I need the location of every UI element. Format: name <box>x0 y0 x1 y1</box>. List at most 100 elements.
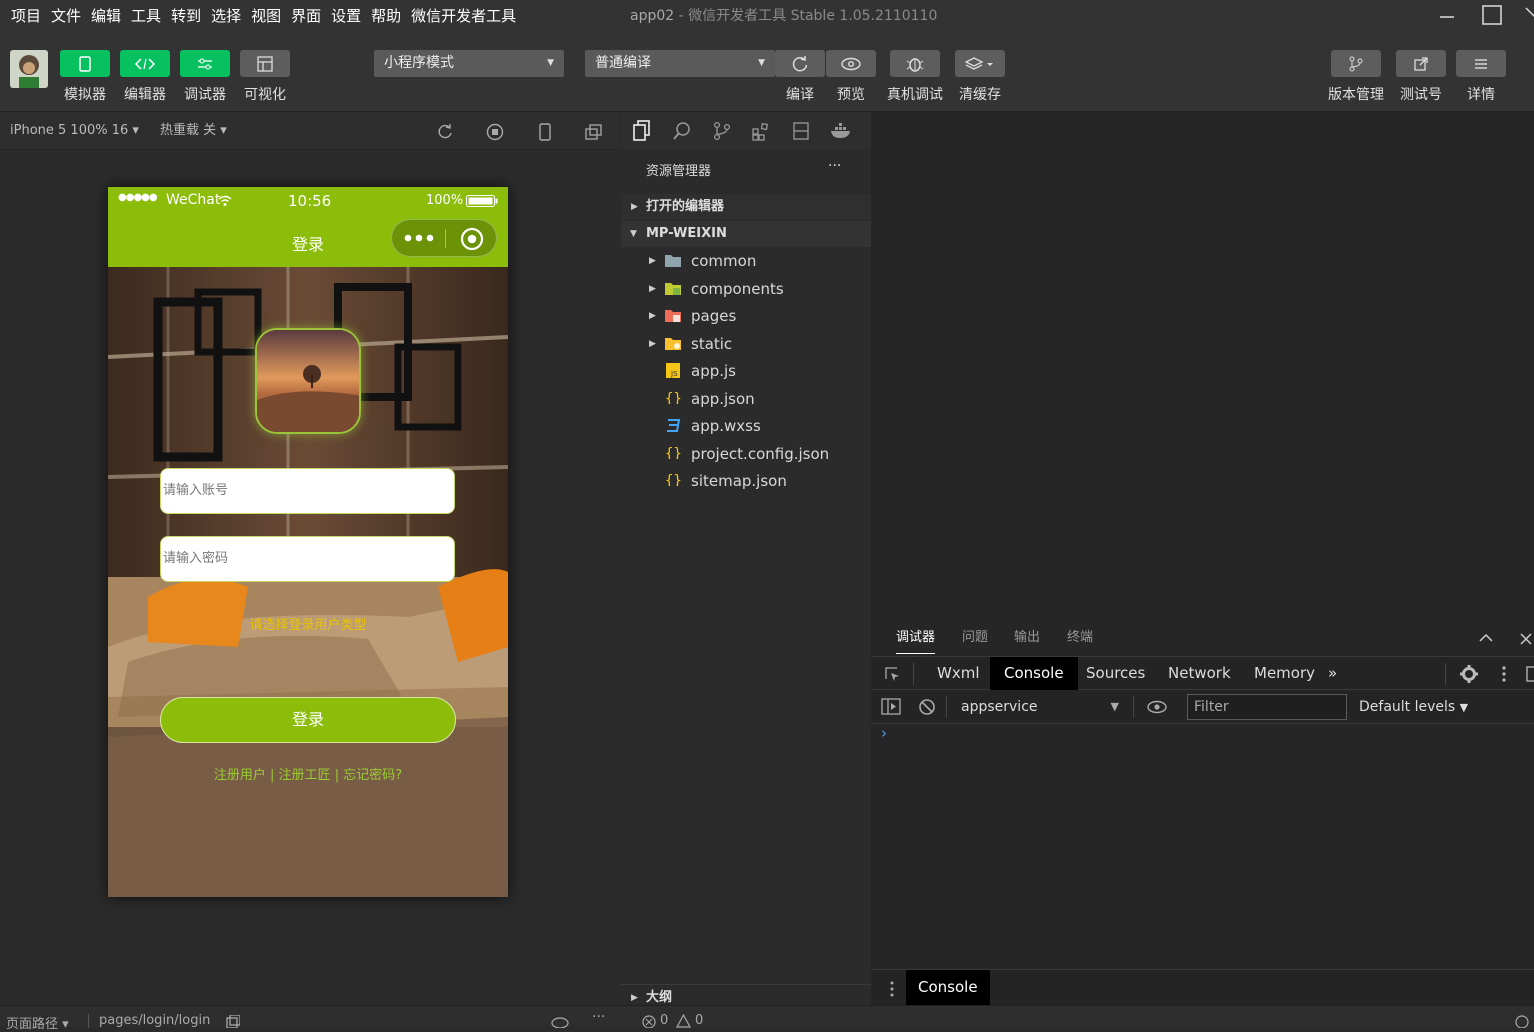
minimize-button[interactable] <box>1434 4 1460 28</box>
menu-item-select[interactable]: 选择 <box>206 0 246 32</box>
tree-item-app-wxss[interactable]: app.wxss <box>621 413 871 439</box>
console-prompt-icon[interactable]: › <box>881 724 887 742</box>
kebab-menu-icon[interactable] <box>889 980 895 998</box>
open-editors-section[interactable]: ▶ 打开的编辑器 <box>621 194 871 220</box>
visual-toggle-button[interactable] <box>240 50 290 77</box>
more-tabs-button[interactable]: » <box>1322 657 1343 690</box>
login-button[interactable]: 登录 <box>160 697 456 743</box>
register-craftsman-link[interactable]: 注册工匠 <box>279 768 331 783</box>
stop-icon[interactable] <box>486 123 504 141</box>
menu-item-view[interactable]: 视图 <box>246 0 286 32</box>
menu-item-devtools[interactable]: 微信开发者工具 <box>406 0 521 32</box>
bug-icon <box>906 57 924 72</box>
details-button[interactable] <box>1456 50 1506 77</box>
feedback-icon[interactable] <box>1513 1014 1534 1028</box>
menu-item-project[interactable]: 项目 <box>6 0 46 32</box>
context-select[interactable]: appservice ▼ <box>951 690 1127 724</box>
user-type-picker[interactable]: 请选择登录用户类型 <box>108 614 508 633</box>
hot-reload-select[interactable]: 热重载 关 ▾ <box>160 112 227 150</box>
tree-item-app-json[interactable]: {} app.json <box>621 386 871 412</box>
register-user-link[interactable]: 注册用户 <box>214 768 266 783</box>
kebab-menu-icon[interactable] <box>1501 665 1507 683</box>
phone-icon[interactable] <box>538 123 552 141</box>
page-path-label[interactable]: 页面路径 ▾ <box>6 1013 69 1032</box>
storage-icon[interactable] <box>792 121 810 141</box>
simulator-toggle-button[interactable] <box>60 50 110 77</box>
clear-console-icon[interactable] <box>918 698 936 716</box>
tree-item-components[interactable]: ▶ components <box>621 276 871 302</box>
signal-icon: ●●●●● <box>118 192 158 203</box>
tree-item-sitemap[interactable]: {} sitemap.json <box>621 468 871 494</box>
chevron-up-icon[interactable] <box>1478 632 1494 644</box>
compile-select[interactable]: 普通编译 ▼ <box>585 50 775 77</box>
css-file-icon <box>667 419 681 432</box>
menu-item-file[interactable]: 文件 <box>46 0 86 32</box>
log-levels-select[interactable]: Default levels ▼ <box>1359 690 1468 725</box>
reload-icon[interactable] <box>436 123 454 141</box>
warning-icon[interactable] <box>676 1014 691 1028</box>
test-account-button[interactable] <box>1396 50 1446 77</box>
visual-label: 可视化 <box>244 87 286 103</box>
tab-debugger[interactable]: 调试器 <box>896 620 936 654</box>
search-icon[interactable] <box>672 121 692 141</box>
menu-item-settings[interactable]: 设置 <box>326 0 366 32</box>
menu-item-interface[interactable]: 界面 <box>286 0 326 32</box>
tab-wxml[interactable]: Wxml <box>923 657 994 690</box>
version-control-button[interactable] <box>1331 50 1381 77</box>
copy-icon[interactable] <box>226 1015 240 1028</box>
preview-button[interactable] <box>826 50 876 77</box>
tree-item-pages[interactable]: ▶ pages <box>621 303 871 329</box>
popout-icon[interactable] <box>585 123 603 141</box>
drawer-tab-console[interactable]: Console <box>906 970 990 1005</box>
tab-memory[interactable]: Memory <box>1240 657 1329 690</box>
dock-icon[interactable] <box>1526 666 1534 682</box>
tab-terminal[interactable]: 终端 <box>1067 620 1093 656</box>
tab-problems[interactable]: 问题 <box>962 620 988 656</box>
more-actions-icon[interactable]: ··· <box>592 1009 605 1025</box>
project-label: MP-WEIXIN <box>646 226 727 241</box>
avatar[interactable] <box>10 50 48 88</box>
extensions-icon[interactable] <box>751 121 771 141</box>
gear-icon[interactable] <box>1459 664 1479 684</box>
sidebar-toggle-icon[interactable] <box>881 698 901 716</box>
more-actions-icon[interactable]: ··· <box>828 158 841 174</box>
tab-console[interactable]: Console <box>990 657 1078 690</box>
menu-item-goto[interactable]: 转到 <box>166 0 206 32</box>
debugger-toggle-button[interactable] <box>180 50 230 77</box>
tree-item-app-js[interactable]: JS app.js <box>621 358 871 384</box>
remote-debug-button[interactable] <box>890 50 940 77</box>
tree-item-common[interactable]: ▶ common <box>621 248 871 274</box>
close-icon[interactable] <box>1519 632 1534 646</box>
device-select[interactable]: iPhone 5 100% 16 ▾ <box>10 112 139 150</box>
close-window-button[interactable] <box>1522 4 1534 28</box>
clear-cache-button[interactable] <box>955 50 1005 77</box>
close-mini-program-icon[interactable] <box>460 227 484 251</box>
menu-item-edit[interactable]: 编辑 <box>86 0 126 32</box>
inspect-element-icon[interactable] <box>883 665 901 683</box>
tree-item-label: app.json <box>691 390 755 408</box>
maximize-button[interactable] <box>1479 4 1505 28</box>
forgot-password-link[interactable]: 忘记密码? <box>343 768 402 783</box>
more-dots-icon[interactable] <box>404 233 434 243</box>
tab-network[interactable]: Network <box>1154 657 1245 690</box>
eye-icon[interactable] <box>550 1016 570 1028</box>
password-input[interactable]: 请输入密码 <box>160 536 455 582</box>
mode-select[interactable]: 小程序模式 ▼ <box>374 50 564 77</box>
tree-item-project-config[interactable]: {} project.config.json <box>621 441 871 467</box>
menu-item-tools[interactable]: 工具 <box>126 0 166 32</box>
menu-item-help[interactable]: 帮助 <box>366 0 406 32</box>
tab-sources[interactable]: Sources <box>1072 657 1159 690</box>
account-input[interactable]: 请输入账号 <box>160 468 455 514</box>
project-section[interactable]: ▼ MP-WEIXIN <box>621 221 871 247</box>
compile-button[interactable] <box>775 50 825 77</box>
error-icon[interactable] <box>642 1015 656 1028</box>
docker-icon[interactable] <box>830 122 852 140</box>
eye-icon[interactable] <box>1146 700 1168 714</box>
devtools-panel: 调试器 问题 输出 终端 Wxml Console Sources Networ… <box>871 620 1534 1027</box>
source-control-icon[interactable] <box>712 121 732 141</box>
files-icon[interactable] <box>632 120 652 142</box>
tree-item-static[interactable]: ▶ static <box>621 331 871 357</box>
editor-toggle-button[interactable] <box>120 50 170 77</box>
filter-input[interactable]: Filter <box>1187 694 1347 720</box>
tab-output[interactable]: 输出 <box>1014 620 1040 656</box>
